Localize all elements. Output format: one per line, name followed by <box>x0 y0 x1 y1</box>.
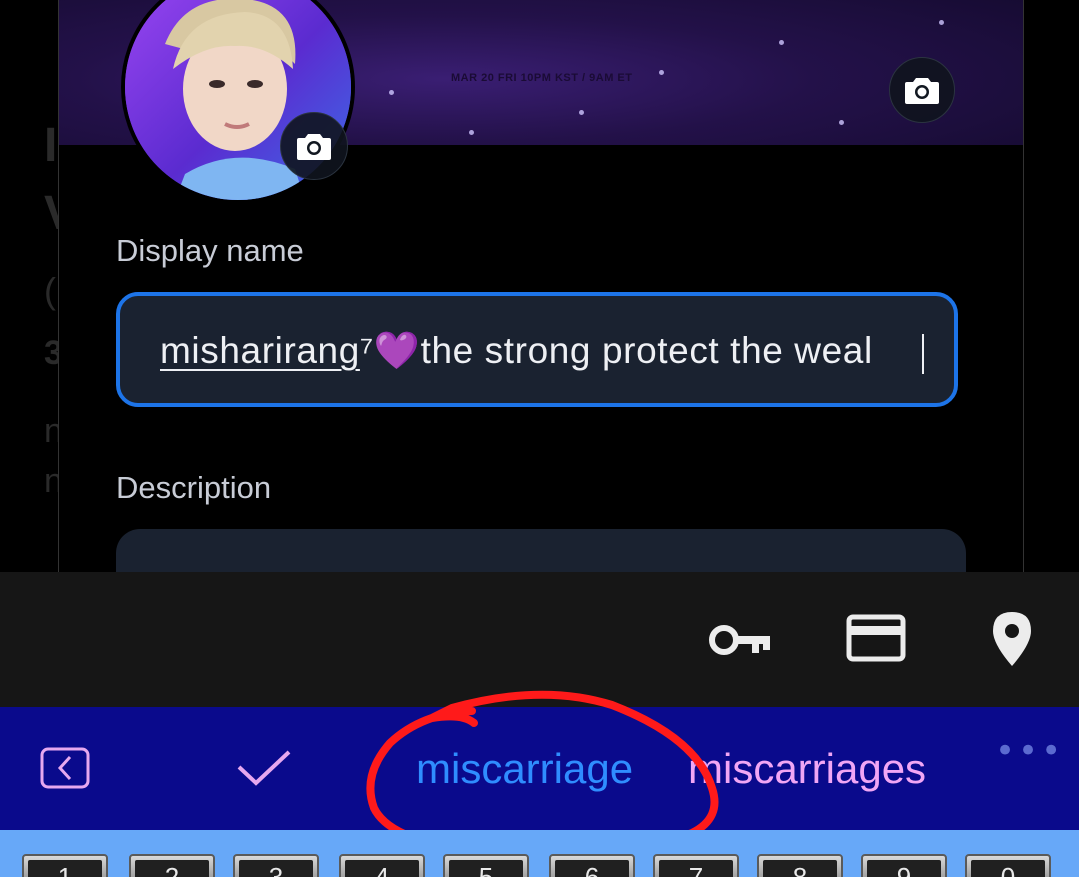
key-4[interactable]: 4 <box>339 854 425 877</box>
text-caret <box>922 334 924 374</box>
camera-icon <box>905 78 939 104</box>
key-5[interactable]: 5 <box>443 854 529 877</box>
suggestion-secondary[interactable]: miscarriages <box>688 745 926 793</box>
more-suggestions-icon[interactable]: ••• <box>995 731 1064 771</box>
key-8[interactable]: 8 <box>757 854 843 877</box>
key-6[interactable]: 6 <box>549 854 635 877</box>
credit-card-icon[interactable] <box>844 612 908 664</box>
change-avatar-camera-button[interactable] <box>280 112 348 180</box>
key-3[interactable]: 3 <box>233 854 319 877</box>
display-name-rest: ⁷💜the strong protect the weal <box>359 330 873 371</box>
edit-profile-modal: MAR 20 FRI 10PM KST / 9AM ET Display nam… <box>58 0 1024 572</box>
background-text-fragment: ( <box>44 270 56 311</box>
banner-caption: MAR 20 FRI 10PM KST / 9AM ET <box>451 72 633 84</box>
key-7[interactable]: 7 <box>653 854 739 877</box>
composing-word: misharirang <box>160 330 360 371</box>
camera-icon <box>297 134 331 160</box>
background-text-fragment: I <box>44 119 58 172</box>
back-bracket-icon <box>40 747 90 789</box>
display-name-value: misharirang⁷💜the strong protect the weal <box>160 330 873 373</box>
key-9[interactable]: 9 <box>861 854 947 877</box>
key-icon[interactable] <box>706 616 774 664</box>
key-0[interactable]: 0 <box>965 854 1051 877</box>
change-banner-camera-button[interactable] <box>889 57 955 123</box>
keyboard-number-row: 1 2 3 4 5 6 7 8 9 0 <box>0 830 1079 877</box>
checkmark-icon <box>237 750 291 786</box>
suggestion-primary[interactable]: miscarriage <box>416 745 633 793</box>
location-pin-icon[interactable] <box>986 608 1038 670</box>
display-name-label: Display name <box>116 233 304 268</box>
keyboard-suggestion-strip: miscarriage miscarriages ••• <box>0 707 1079 830</box>
description-input[interactable] <box>116 529 966 572</box>
description-label: Description <box>116 470 272 505</box>
key-1[interactable]: 1 <box>22 854 108 877</box>
collapse-toolbar-button[interactable] <box>40 747 92 791</box>
accept-check-button[interactable] <box>236 749 294 789</box>
display-name-input[interactable]: misharirang⁷💜the strong protect the weal <box>116 292 958 407</box>
autofill-bar <box>0 572 1079 707</box>
key-2[interactable]: 2 <box>129 854 215 877</box>
